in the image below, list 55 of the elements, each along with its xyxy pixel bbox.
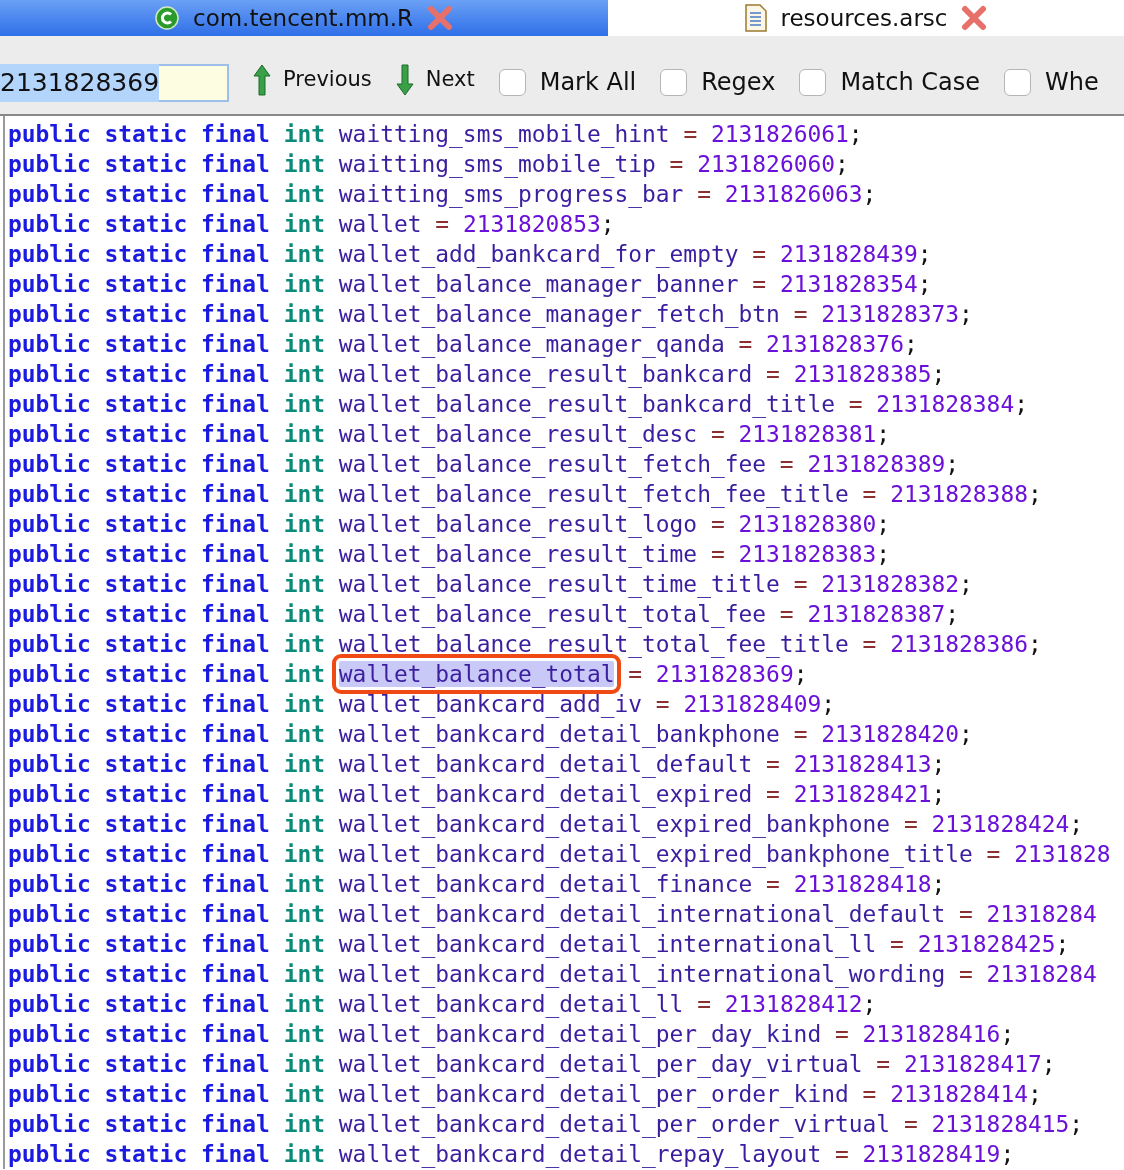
editor-tab[interactable]: com.tencent.mm.R	[0, 0, 608, 36]
code-line: public static final int wallet_bankcard_detail_international_ll = 2131828425;	[8, 930, 1071, 959]
code-line: public static final int wallet_bankcard_detail_per_order_virtual = 2131828415;	[8, 1110, 1085, 1139]
code-line: public static final int wallet_bankcard_detail_bankphone = 2131828420;	[8, 720, 974, 749]
next-button[interactable]: Next	[395, 64, 475, 96]
code-line: public static final int wallet_bankcard_detail_expired = 2131828421;	[8, 780, 947, 809]
checkbox[interactable]	[1004, 68, 1031, 96]
code-line: public static final int wallet = 2131820853;	[8, 210, 616, 239]
code-line: public static final int wallet_bankcard_detail_per_order_kind = 2131828414;	[8, 1080, 1043, 1109]
down-arrow-icon	[395, 64, 414, 96]
code-line: public static final int wallet_balance_result_fetch_fee = 2131828389;	[8, 450, 961, 479]
code-line: public static final int wallet_balance_result_bankcard_title = 2131828384;	[8, 390, 1029, 419]
code-line: public static final int wallet_bankcard_detail_expired_bankphone_title = 2131828	[8, 840, 1112, 869]
code-line: public static final int waitting_sms_mobile_hint = 2131826061;	[8, 120, 864, 149]
code-line: public static final int wallet_balance_result_logo = 2131828380;	[8, 510, 892, 539]
code-line: public static final int waitting_sms_progress_bar = 2131826063;	[8, 180, 878, 209]
close-icon[interactable]	[427, 5, 453, 31]
up-arrow-icon	[253, 64, 271, 96]
code-line: public static final int wallet_bankcard_detail_default = 2131828413;	[8, 750, 947, 779]
checkbox-label: Whe	[1045, 67, 1099, 98]
code-line: public static final int wallet_balance_manager_qanda = 2131828376;	[8, 330, 919, 359]
code-line: public static final int wallet_bankcard_add_iv = 2131828409;	[8, 690, 837, 719]
code-line: public static final int wallet_bankcard_detail_expired_bankphone = 2131828424;	[8, 810, 1085, 839]
code-line: public static final int wallet_balance_result_desc = 2131828381;	[8, 420, 892, 449]
code-line: public static final int waitting_sms_mobile_tip = 2131826060;	[8, 150, 850, 179]
code-line: public static final int wallet_balance_manager_banner = 2131828354;	[8, 270, 933, 299]
checkbox-label: Match Case	[840, 67, 980, 98]
document-icon	[744, 4, 767, 32]
code-line: public static final int wallet_bankcard_detail_per_day_kind = 2131828416;	[8, 1020, 1016, 1049]
class-icon	[155, 6, 179, 30]
code-line: public static final int wallet_balance_total = 2131828369;	[8, 660, 809, 689]
code-line: public static final int wallet_bankcard_detail_international_default = 21318284	[8, 900, 1098, 929]
code-line: public static final int wallet_balance_manager_fetch_btn = 2131828373;	[8, 300, 974, 329]
checkbox[interactable]	[498, 68, 526, 96]
code-line: public static final int wallet_balance_result_total_fee = 2131828387;	[8, 600, 961, 629]
search-field[interactable]: 2131828369	[0, 64, 229, 102]
code-line: public static final int wallet_bankcard_detail_finance = 2131828418;	[8, 870, 947, 899]
checkbox[interactable]	[799, 68, 827, 96]
code-line: public static final int wallet_balance_result_time_title = 2131828382;	[8, 570, 974, 599]
checkbox[interactable]	[660, 68, 688, 96]
code-line: public static final int wallet_balance_result_total_fee_title = 2131828386;	[8, 630, 1043, 659]
previous-button[interactable]: Previous	[253, 64, 372, 96]
checkbox-label: Mark All	[539, 67, 637, 98]
code-line: public static final int wallet_balance_result_fetch_fee_title = 2131828388;	[8, 480, 1043, 509]
checkbox-label: Regex	[701, 67, 776, 98]
code-line: public static final int wallet_bankcard_detail_international_wording = 21318284	[8, 960, 1098, 989]
code-line: public static final int wallet_bankcard_detail_ll = 2131828412;	[8, 990, 878, 1019]
tab-label: resources.arsc	[780, 3, 948, 33]
code-line: public static final int wallet_balance_result_time = 2131828383;	[8, 540, 892, 569]
code-line: public static final int wallet_balance_result_bankcard = 2131828385;	[8, 360, 947, 389]
code-line: public static final int wallet_bankcard_detail_repay_layout = 2131828419;	[8, 1140, 1016, 1169]
close-icon[interactable]	[961, 5, 988, 31]
code-line: public static final int wallet_add_bankcard_for_empty = 2131828439;	[8, 240, 933, 269]
code-line: public static final int wallet_bankcard_detail_per_day_virtual = 2131828417;	[8, 1050, 1057, 1079]
tab-label: com.tencent.mm.R	[193, 3, 413, 33]
